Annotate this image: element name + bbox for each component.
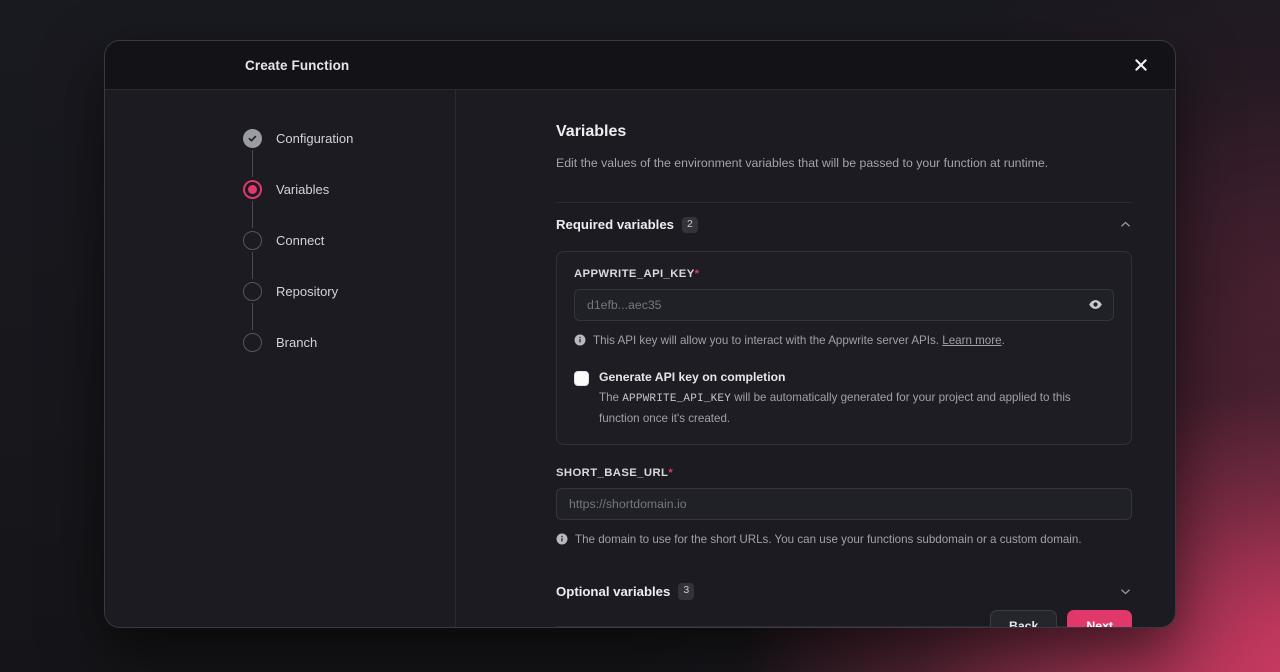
step-connector	[252, 252, 253, 279]
appwrite-api-key-input[interactable]	[574, 289, 1114, 321]
appwrite-api-key-label: APPWRITE_API_KEY*	[574, 268, 1114, 280]
optional-variables-section-header[interactable]: Optional variables 3	[556, 569, 1132, 613]
step-connector	[252, 201, 253, 228]
required-variables-section-header[interactable]: Required variables 2	[556, 203, 1132, 247]
optional-count-badge: 3	[678, 583, 694, 600]
wizard-stepper: Configuration Variables Connect Reposito…	[243, 126, 455, 354]
sidebar-item-variables[interactable]: Variables	[243, 177, 455, 201]
page-description: Edit the values of the environment varia…	[556, 155, 1132, 173]
info-icon	[556, 533, 568, 551]
chevron-down-icon[interactable]	[1119, 585, 1132, 598]
step-connector	[252, 303, 253, 330]
required-marker: *	[695, 268, 700, 280]
generate-api-key-checkbox[interactable]	[574, 371, 589, 386]
sidebar-item-label: Repository	[276, 284, 338, 299]
eye-icon[interactable]	[1085, 295, 1105, 315]
create-function-modal: Create Function Configuration	[104, 40, 1176, 628]
sidebar-item-configuration[interactable]: Configuration	[243, 126, 455, 150]
step-connector	[252, 150, 253, 177]
page-title: Variables	[556, 123, 1132, 141]
generate-api-key-row: Generate API key on completion The APPWR…	[574, 370, 1114, 429]
back-button[interactable]: Back	[990, 610, 1057, 627]
pending-step-icon	[243, 231, 262, 250]
chevron-up-icon[interactable]	[1119, 218, 1132, 231]
helper-text: This API key will allow you to interact …	[593, 332, 1005, 352]
sidebar-item-label: Connect	[276, 233, 324, 248]
modal-title: Create Function	[245, 58, 349, 73]
short-base-url-helper: The domain to use for the short URLs. Yo…	[556, 531, 1132, 551]
pending-step-icon	[243, 333, 262, 352]
sidebar-item-branch[interactable]: Branch	[243, 330, 455, 354]
short-base-url-field: SHORT_BASE_URL* The doma	[556, 467, 1132, 551]
sidebar-item-label: Variables	[276, 182, 329, 197]
learn-more-link[interactable]: Learn more	[942, 334, 1001, 347]
modal-header: Create Function	[105, 41, 1175, 90]
inline-code: APPWRITE_API_KEY	[622, 393, 731, 405]
stepper-pane: Configuration Variables Connect Reposito…	[105, 90, 456, 627]
short-base-url-label: SHORT_BASE_URL*	[556, 467, 1132, 479]
section-title: Required variables	[556, 217, 674, 232]
sidebar-item-repository[interactable]: Repository	[243, 279, 455, 303]
required-marker: *	[668, 467, 673, 479]
required-count-badge: 2	[682, 217, 698, 234]
helper-text: The domain to use for the short URLs. Yo…	[575, 531, 1082, 551]
modal-body: Configuration Variables Connect Reposito…	[105, 90, 1175, 627]
appwrite-api-key-card: APPWRITE_API_KEY *	[556, 251, 1132, 446]
content-pane: Variables Edit the values of the environ…	[456, 90, 1175, 627]
sidebar-item-connect[interactable]: Connect	[243, 228, 455, 252]
next-button[interactable]: Next	[1067, 610, 1132, 627]
short-base-url-input[interactable]	[556, 488, 1132, 520]
active-step-icon	[243, 180, 262, 199]
section-title: Optional variables	[556, 584, 670, 599]
sidebar-item-label: Branch	[276, 335, 317, 350]
generate-api-key-description: The APPWRITE_API_KEY will be automatical…	[599, 391, 1071, 425]
pending-step-icon	[243, 282, 262, 301]
sidebar-item-label: Configuration	[276, 131, 353, 146]
check-icon	[243, 129, 262, 148]
appwrite-api-key-helper: This API key will allow you to interact …	[574, 332, 1114, 352]
generate-api-key-label: Generate API key on completion	[599, 370, 1114, 384]
info-icon	[574, 334, 586, 352]
close-icon[interactable]	[1127, 51, 1155, 79]
modal-footer: Back Next	[456, 610, 1175, 627]
